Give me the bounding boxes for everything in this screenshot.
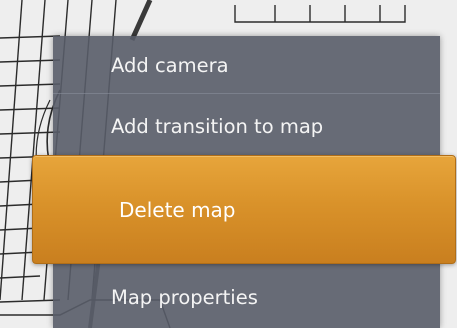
menu-divider bbox=[53, 93, 440, 94]
menu-item-delete-map[interactable]: Delete map bbox=[32, 155, 456, 264]
menu-item-add-camera[interactable]: Add camera bbox=[53, 54, 440, 78]
menu-item-label: Map properties bbox=[111, 286, 258, 309]
menu-item-label: Add camera bbox=[111, 54, 229, 77]
menu-item-add-transition-to-map[interactable]: Add transition to map bbox=[53, 115, 440, 139]
menu-item-label: Add transition to map bbox=[111, 115, 324, 138]
menu-item-label: Delete map bbox=[119, 198, 236, 222]
menu-item-map-properties[interactable]: Map properties bbox=[53, 286, 440, 310]
